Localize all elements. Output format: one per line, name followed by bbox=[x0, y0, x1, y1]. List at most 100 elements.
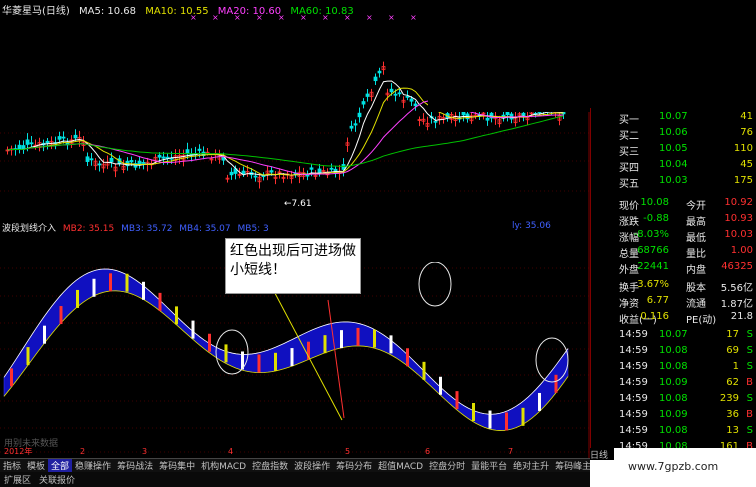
quote-panel: 买一 10.07 41 买二 10.06 76 买三 10.05 110 买四 10.04 45 买五 1… bbox=[590, 108, 756, 484]
bid-row: 买二 10.06 76 bbox=[591, 126, 756, 142]
signal-bar bbox=[323, 335, 327, 354]
mb4-label: MB4: 35.07 bbox=[179, 224, 231, 234]
fund-row-cell: 净资 bbox=[619, 299, 639, 310]
annotation-line1: 红色出现后可进场做 bbox=[230, 243, 356, 259]
signal-bar bbox=[554, 374, 558, 393]
signal-bar bbox=[373, 329, 376, 348]
candle-body bbox=[485, 117, 490, 121]
signal-bar bbox=[208, 333, 211, 352]
candle-body bbox=[361, 101, 366, 105]
indicator-tab[interactable]: 稳赚操作 bbox=[72, 459, 114, 472]
tick-row-cell: S bbox=[746, 361, 753, 372]
candle-body bbox=[61, 136, 66, 139]
stat-row: 现价 10.08 今开 10.92 bbox=[591, 196, 756, 212]
signal-bar bbox=[43, 325, 46, 344]
signal-marker: × bbox=[388, 13, 395, 22]
tick-row-cell: 10.07 bbox=[659, 329, 688, 340]
signal-bar bbox=[439, 376, 442, 395]
signal-bar bbox=[175, 306, 178, 325]
stat-row-cell: 内盘 bbox=[686, 265, 706, 276]
candle-body bbox=[45, 140, 50, 144]
candle-body bbox=[389, 88, 394, 93]
tick-row-cell: 62 bbox=[726, 377, 739, 388]
fund-row-cell: 21.8 bbox=[730, 311, 753, 322]
indicator-tab[interactable]: 控盘分时 bbox=[426, 459, 468, 472]
indicator-tab[interactable]: 量能平台 bbox=[468, 459, 510, 472]
fund-row-cell: 5.56亿 bbox=[720, 283, 753, 294]
stat-row: 涨幅 -8.03% 最低 10.03 bbox=[591, 228, 756, 244]
signal-bar bbox=[290, 348, 294, 367]
stat-row-cell: 22441 bbox=[637, 261, 669, 272]
signal-bar bbox=[274, 352, 277, 371]
indicator-tab[interactable]: 控盘指数 bbox=[249, 459, 291, 472]
bid-row-cell: 41 bbox=[740, 111, 753, 122]
indicator-tab[interactable]: 筹码集中 bbox=[156, 459, 198, 472]
daily-tab[interactable]: 日线 bbox=[590, 448, 614, 461]
candle-body bbox=[405, 95, 410, 98]
candle-body bbox=[97, 163, 102, 166]
bid-row-cell: 110 bbox=[733, 143, 753, 154]
bid-row-cell: 买三 bbox=[619, 147, 639, 158]
candle-body bbox=[309, 167, 314, 170]
candle-body bbox=[129, 160, 134, 163]
site-watermark: www.7gpzb.com bbox=[628, 460, 719, 473]
tick-row-cell: 10.08 bbox=[659, 345, 688, 356]
tick-row-cell: B bbox=[746, 409, 753, 420]
stat-row-cell: 10.92 bbox=[724, 197, 753, 208]
bottom-tab[interactable]: 关联报价 bbox=[35, 472, 79, 487]
candle-body bbox=[377, 70, 382, 74]
tick-row-cell: 14:59 bbox=[619, 329, 648, 340]
indicator-tab[interactable]: 指标 bbox=[0, 459, 24, 472]
indicator-tab[interactable]: 超值MACD bbox=[375, 459, 426, 472]
indicator-tab[interactable]: 模板 bbox=[24, 459, 48, 472]
indicator-tab[interactable]: 全部 bbox=[48, 459, 73, 472]
stat-row-cell: 1.00 bbox=[730, 245, 753, 256]
highlight-circle bbox=[418, 261, 452, 307]
indicator-tab[interactable]: 波段操作 bbox=[291, 459, 333, 472]
signal-bar bbox=[389, 335, 393, 354]
tick-row-cell: 14:59 bbox=[619, 409, 648, 420]
indicator-tab[interactable]: 绝对主升 bbox=[510, 459, 552, 472]
stat-row-cell: 现价 bbox=[619, 201, 639, 212]
candle-body bbox=[17, 144, 22, 150]
signal-bar bbox=[10, 368, 13, 387]
bid-row-cell: 买二 bbox=[619, 131, 639, 142]
indicator-header: 华菱星马(日线) MA5: 10.68 MA10: 10.55 MA20: 10… bbox=[2, 2, 360, 17]
fund-row-cell: 换手 bbox=[619, 283, 639, 294]
bottom-tab[interactable]: 扩展区 bbox=[0, 472, 35, 487]
stat-row: 总量 68766 量比 1.00 bbox=[591, 244, 756, 260]
candle-body bbox=[109, 157, 114, 163]
tick-row: 14:59 10.08 69 S bbox=[591, 344, 756, 360]
indicator-tab[interactable]: 筹码峰主图 bbox=[552, 459, 590, 472]
signal-bar bbox=[455, 391, 459, 410]
signal-bar bbox=[340, 330, 343, 349]
candle-body bbox=[73, 134, 78, 139]
indicator-tab[interactable]: 机构MACD bbox=[198, 459, 249, 472]
signal-bar bbox=[538, 392, 541, 411]
signal-marker: × bbox=[410, 13, 417, 22]
signal-bar bbox=[257, 354, 261, 373]
signal-bar bbox=[521, 407, 525, 426]
candle-body bbox=[141, 162, 146, 164]
tick-row-cell: 10.08 bbox=[659, 361, 688, 372]
signal-bar bbox=[356, 327, 360, 346]
candle-body bbox=[253, 175, 258, 178]
indicator-tab[interactable]: 筹码战法 bbox=[114, 459, 156, 472]
fund-row-cell: 1.87亿 bbox=[720, 299, 753, 310]
signal-bar bbox=[505, 412, 508, 431]
tick-row-cell: 10.09 bbox=[659, 377, 688, 388]
tick-row-cell: S bbox=[746, 345, 753, 356]
bid-row-cell: 10.04 bbox=[659, 159, 688, 170]
date-axis-label: 3 bbox=[142, 447, 147, 456]
tick-row-cell: 239 bbox=[719, 393, 739, 404]
candle-body bbox=[161, 156, 166, 159]
candle-body bbox=[269, 170, 274, 173]
date-axis-label: 4 bbox=[228, 447, 233, 456]
signal-bar bbox=[59, 306, 63, 325]
bid-row: 买一 10.07 41 bbox=[591, 110, 756, 126]
tick-row-cell: 1 bbox=[732, 361, 739, 372]
candle-body bbox=[25, 139, 30, 145]
fund-row-cell: 6.77 bbox=[646, 295, 669, 306]
indicator-tab[interactable]: 筹码分布 bbox=[333, 459, 375, 472]
stat-row-cell: 总量 bbox=[619, 249, 639, 260]
